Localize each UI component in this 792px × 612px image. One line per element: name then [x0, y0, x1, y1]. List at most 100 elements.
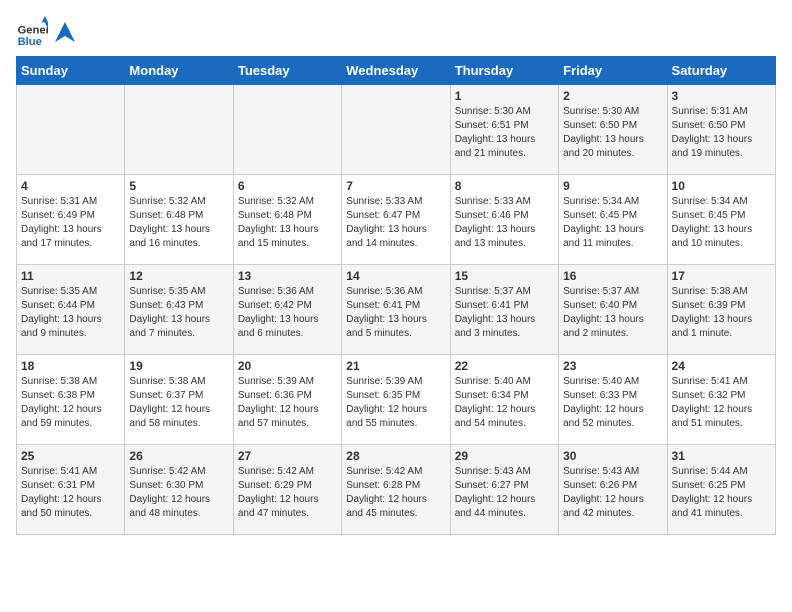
calendar-cell: 21 Sunrise: 5:39 AM Sunset: 6:35 PM Dayli…: [342, 355, 450, 445]
calendar-cell: 20 Sunrise: 5:39 AM Sunset: 6:36 PM Dayli…: [233, 355, 341, 445]
logo-icon: General Blue: [16, 16, 48, 48]
calendar-cell: 16 Sunrise: 5:37 AM Sunset: 6:40 PM Dayli…: [559, 265, 667, 355]
day-number: 30: [563, 449, 662, 463]
calendar-cell: 25Sunrise: 5:41 AM Sunset: 6:31 PM Dayli…: [17, 445, 125, 535]
day-number: 3: [672, 89, 771, 103]
weekday-header-saturday: Saturday: [667, 57, 775, 85]
day-info: Sunrise: 5:30 AM Sunset: 6:51 PM Dayligh…: [455, 105, 554, 161]
logo: General Blue: [16, 16, 75, 48]
calendar-cell: 8 Sunrise: 5:33 AM Sunset: 6:46 PM Daylig…: [450, 175, 558, 265]
day-info: Sunrise: 5:33 AM Sunset: 6:46 PM Dayligh…: [455, 195, 554, 251]
calendar-cell: 2Sunrise: 5:30 AM Sunset: 6:50 PM Daylig…: [559, 85, 667, 175]
day-info: Sunrise: 5:35 AM Sunset: 6:43 PM Dayligh…: [129, 285, 228, 341]
weekday-header-wednesday: Wednesday: [342, 57, 450, 85]
calendar-cell: 28Sunrise: 5:42 AM Sunset: 6:28 PM Dayli…: [342, 445, 450, 535]
day-number: 15: [455, 269, 554, 283]
calendar-cell: 4 Sunrise: 5:31 AM Sunset: 6:49 PM Daylig…: [17, 175, 125, 265]
day-number: 20: [238, 359, 337, 373]
day-number: 16: [563, 269, 662, 283]
day-info: Sunrise: 5:41 AM Sunset: 6:32 PM Dayligh…: [672, 375, 771, 431]
day-number: 8: [455, 179, 554, 193]
svg-text:General: General: [18, 25, 48, 37]
calendar-cell: 31 Sunrise: 5:44 AM Sunset: 6:25 PM Dayli…: [667, 445, 775, 535]
calendar-cell: [125, 85, 233, 175]
day-number: 12: [129, 269, 228, 283]
calendar-cell: 7 Sunrise: 5:33 AM Sunset: 6:47 PM Daylig…: [342, 175, 450, 265]
calendar-cell: 9 Sunrise: 5:34 AM Sunset: 6:45 PM Daylig…: [559, 175, 667, 265]
calendar-cell: 26 Sunrise: 5:42 AM Sunset: 6:30 PM Dayli…: [125, 445, 233, 535]
calendar-cell: 14 Sunrise: 5:36 AM Sunset: 6:41 PM Dayli…: [342, 265, 450, 355]
day-number: 14: [346, 269, 445, 283]
day-number: 18: [21, 359, 120, 373]
day-info: Sunrise: 5:34 AM Sunset: 6:45 PM Dayligh…: [563, 195, 662, 251]
calendar-cell: [233, 85, 341, 175]
day-number: 23: [563, 359, 662, 373]
calendar-cell: 13Sunrise: 5:36 AM Sunset: 6:42 PM Dayli…: [233, 265, 341, 355]
day-number: 9: [563, 179, 662, 193]
day-info: Sunrise: 5:42 AM Sunset: 6:29 PM Dayligh…: [238, 465, 337, 521]
calendar-cell: 3 Sunrise: 5:31 AM Sunset: 6:50 PM Daylig…: [667, 85, 775, 175]
day-number: 22: [455, 359, 554, 373]
page-header: General Blue: [16, 16, 776, 48]
day-info: Sunrise: 5:37 AM Sunset: 6:41 PM Dayligh…: [455, 285, 554, 341]
weekday-header-thursday: Thursday: [450, 57, 558, 85]
day-number: 4: [21, 179, 120, 193]
calendar-cell: 30 Sunrise: 5:43 AM Sunset: 6:26 PM Dayli…: [559, 445, 667, 535]
logo-arrow-icon: [55, 22, 75, 42]
day-info: Sunrise: 5:43 AM Sunset: 6:26 PM Dayligh…: [563, 465, 662, 521]
calendar-cell: 6Sunrise: 5:32 AM Sunset: 6:48 PM Daylig…: [233, 175, 341, 265]
calendar-cell: 17 Sunrise: 5:38 AM Sunset: 6:39 PM Dayli…: [667, 265, 775, 355]
day-number: 7: [346, 179, 445, 193]
calendar-cell: 5Sunrise: 5:32 AM Sunset: 6:48 PM Daylig…: [125, 175, 233, 265]
calendar-cell: 10 Sunrise: 5:34 AM Sunset: 6:45 PM Dayli…: [667, 175, 775, 265]
calendar-cell: 22 Sunrise: 5:40 AM Sunset: 6:34 PM Dayli…: [450, 355, 558, 445]
weekday-header-tuesday: Tuesday: [233, 57, 341, 85]
day-info: Sunrise: 5:41 AM Sunset: 6:31 PM Dayligh…: [21, 465, 120, 521]
weekday-header-monday: Monday: [125, 57, 233, 85]
day-info: Sunrise: 5:31 AM Sunset: 6:49 PM Dayligh…: [21, 195, 120, 251]
day-info: Sunrise: 5:32 AM Sunset: 6:48 PM Dayligh…: [238, 195, 337, 251]
calendar-cell: 24 Sunrise: 5:41 AM Sunset: 6:32 PM Dayli…: [667, 355, 775, 445]
day-info: Sunrise: 5:31 AM Sunset: 6:50 PM Dayligh…: [672, 105, 771, 161]
day-number: 26: [129, 449, 228, 463]
calendar-cell: 18 Sunrise: 5:38 AM Sunset: 6:38 PM Dayli…: [17, 355, 125, 445]
calendar-cell: [17, 85, 125, 175]
day-number: 21: [346, 359, 445, 373]
day-number: 27: [238, 449, 337, 463]
calendar-cell: 12 Sunrise: 5:35 AM Sunset: 6:43 PM Dayli…: [125, 265, 233, 355]
day-info: Sunrise: 5:34 AM Sunset: 6:45 PM Dayligh…: [672, 195, 771, 251]
day-info: Sunrise: 5:42 AM Sunset: 6:30 PM Dayligh…: [129, 465, 228, 521]
day-info: Sunrise: 5:33 AM Sunset: 6:47 PM Dayligh…: [346, 195, 445, 251]
calendar-cell: 23Sunrise: 5:40 AM Sunset: 6:33 PM Dayli…: [559, 355, 667, 445]
day-number: 31: [672, 449, 771, 463]
day-info: Sunrise: 5:39 AM Sunset: 6:35 PM Dayligh…: [346, 375, 445, 431]
day-number: 11: [21, 269, 120, 283]
day-info: Sunrise: 5:39 AM Sunset: 6:36 PM Dayligh…: [238, 375, 337, 431]
calendar-cell: 1Sunrise: 5:30 AM Sunset: 6:51 PM Daylig…: [450, 85, 558, 175]
weekday-header-friday: Friday: [559, 57, 667, 85]
day-info: Sunrise: 5:37 AM Sunset: 6:40 PM Dayligh…: [563, 285, 662, 341]
calendar-cell: 15 Sunrise: 5:37 AM Sunset: 6:41 PM Dayli…: [450, 265, 558, 355]
calendar-table: SundayMondayTuesdayWednesdayThursdayFrid…: [16, 56, 776, 535]
day-info: Sunrise: 5:38 AM Sunset: 6:38 PM Dayligh…: [21, 375, 120, 431]
day-number: 29: [455, 449, 554, 463]
weekday-header-sunday: Sunday: [17, 57, 125, 85]
day-info: Sunrise: 5:35 AM Sunset: 6:44 PM Dayligh…: [21, 285, 120, 341]
day-info: Sunrise: 5:38 AM Sunset: 6:37 PM Dayligh…: [129, 375, 228, 431]
calendar-cell: 11 Sunrise: 5:35 AM Sunset: 6:44 PM Dayli…: [17, 265, 125, 355]
day-number: 17: [672, 269, 771, 283]
day-number: 19: [129, 359, 228, 373]
day-number: 5: [129, 179, 228, 193]
day-info: Sunrise: 5:36 AM Sunset: 6:41 PM Dayligh…: [346, 285, 445, 341]
day-info: Sunrise: 5:42 AM Sunset: 6:28 PM Dayligh…: [346, 465, 445, 521]
day-number: 13: [238, 269, 337, 283]
calendar-cell: 19 Sunrise: 5:38 AM Sunset: 6:37 PM Dayli…: [125, 355, 233, 445]
calendar-cell: 29Sunrise: 5:43 AM Sunset: 6:27 PM Dayli…: [450, 445, 558, 535]
day-info: Sunrise: 5:38 AM Sunset: 6:39 PM Dayligh…: [672, 285, 771, 341]
day-number: 24: [672, 359, 771, 373]
svg-text:Blue: Blue: [18, 36, 42, 48]
day-number: 10: [672, 179, 771, 193]
day-info: Sunrise: 5:44 AM Sunset: 6:25 PM Dayligh…: [672, 465, 771, 521]
day-info: Sunrise: 5:30 AM Sunset: 6:50 PM Dayligh…: [563, 105, 662, 161]
day-info: Sunrise: 5:40 AM Sunset: 6:34 PM Dayligh…: [455, 375, 554, 431]
